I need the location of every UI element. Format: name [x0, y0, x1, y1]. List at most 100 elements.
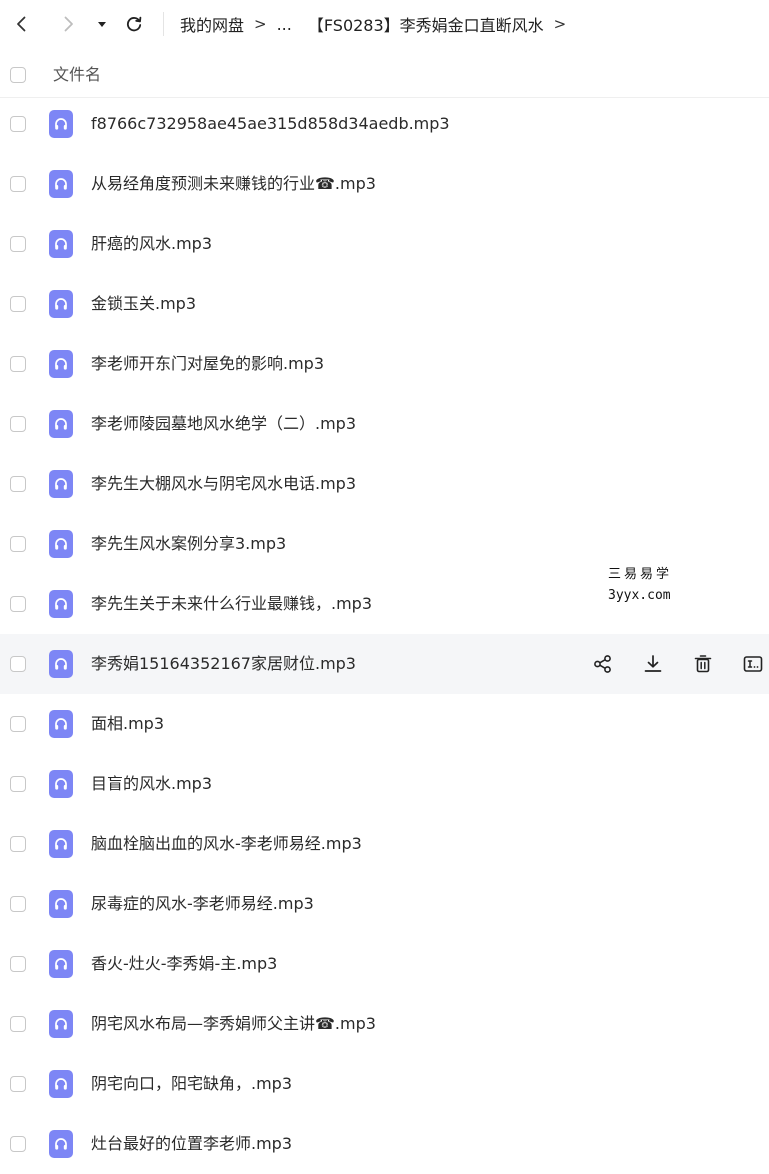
breadcrumb-trailing-separator[interactable]: > [554, 15, 567, 33]
file-list: f8766c732958ae45ae315d858d34aedb.mp3 从易经角… [0, 94, 769, 1174]
audio-file-icon [49, 1070, 73, 1098]
download-icon [644, 655, 662, 672]
select-all-checkbox[interactable] [10, 67, 26, 83]
list-header: 文件名 [0, 52, 769, 98]
file-checkbox[interactable] [10, 116, 26, 132]
file-name[interactable]: 李老师开东门对屋免的影响.mp3 [91, 352, 324, 376]
toolbar-divider [163, 12, 164, 36]
audio-file-icon [49, 770, 73, 798]
forward-button[interactable] [54, 10, 82, 38]
breadcrumb: 我的网盘 > ... 【FS0283】李秀娟金口直断风水 > [180, 12, 576, 36]
file-checkbox[interactable] [10, 776, 26, 792]
audio-file-icon [49, 950, 73, 978]
audio-file-icon [49, 170, 73, 198]
file-checkbox[interactable] [10, 716, 26, 732]
file-row[interactable]: 从易经角度预测未来赚钱的行业☎.mp3 [0, 154, 769, 214]
file-name[interactable]: 阴宅风水布局—李秀娟师父主讲☎.mp3 [91, 1012, 376, 1036]
file-name[interactable]: 灶台最好的位置李老师.mp3 [91, 1132, 292, 1156]
file-checkbox[interactable] [10, 536, 26, 552]
file-name[interactable]: 香火-灶火-李秀娟-主.mp3 [91, 952, 277, 976]
file-row[interactable]: 李老师陵园墓地风水绝学（二）.mp3 [0, 394, 769, 454]
file-row[interactable]: 阴宅向口，阳宅缺角，.mp3 [0, 1054, 769, 1114]
file-checkbox[interactable] [10, 476, 26, 492]
chevron-right-icon [64, 16, 73, 32]
audio-file-icon [49, 350, 73, 378]
toolbar: 我的网盘 > ... 【FS0283】李秀娟金口直断风水 > [0, 0, 769, 50]
file-checkbox[interactable] [10, 356, 26, 372]
audio-file-icon [49, 710, 73, 738]
file-checkbox[interactable] [10, 236, 26, 252]
file-row[interactable]: 李先生风水案例分享3.mp3 [0, 514, 769, 574]
headphones-icon [55, 838, 67, 850]
file-name[interactable]: 金锁玉关.mp3 [91, 292, 196, 316]
file-row[interactable]: f8766c732958ae45ae315d858d34aedb.mp3 [0, 94, 769, 154]
headphones-icon [55, 418, 67, 430]
file-checkbox[interactable] [10, 296, 26, 312]
download-button[interactable] [637, 648, 669, 680]
headphones-icon [55, 958, 67, 970]
file-row[interactable]: 脑血栓脑出血的风水-李老师易经.mp3 [0, 814, 769, 874]
back-button[interactable] [8, 10, 36, 38]
file-name[interactable]: 阴宅向口，阳宅缺角，.mp3 [91, 1072, 292, 1096]
rename-button[interactable] [737, 648, 769, 680]
share-button[interactable] [587, 648, 619, 680]
column-header-name[interactable]: 文件名 [53, 64, 101, 86]
refresh-button[interactable] [120, 10, 148, 38]
file-name[interactable]: 李先生大棚风水与阴宅风水电话.mp3 [91, 472, 356, 496]
headphones-icon [55, 538, 67, 550]
headphones-icon [55, 1018, 67, 1030]
file-row[interactable]: 李秀娟15164352167家居财位.mp3 [0, 634, 769, 694]
file-row[interactable]: 李先生大棚风水与阴宅风水电话.mp3 [0, 454, 769, 514]
breadcrumb-separator: > [254, 15, 267, 33]
file-row[interactable]: 目盲的风水.mp3 [0, 754, 769, 814]
audio-file-icon [49, 1010, 73, 1038]
file-name[interactable]: 肝癌的风水.mp3 [91, 232, 212, 256]
file-checkbox[interactable] [10, 896, 26, 912]
file-name[interactable]: f8766c732958ae45ae315d858d34aedb.mp3 [91, 112, 450, 136]
file-checkbox[interactable] [10, 416, 26, 432]
audio-file-icon [49, 830, 73, 858]
file-name[interactable]: 面相.mp3 [91, 712, 164, 736]
file-row[interactable]: 金锁玉关.mp3 [0, 274, 769, 334]
file-row[interactable]: 李老师开东门对屋免的影响.mp3 [0, 334, 769, 394]
file-name[interactable]: 目盲的风水.mp3 [91, 772, 212, 796]
file-name[interactable]: 李老师陵园墓地风水绝学（二）.mp3 [91, 412, 356, 436]
file-row[interactable]: 肝癌的风水.mp3 [0, 214, 769, 274]
file-name[interactable]: 李先生关于未来什么行业最赚钱，.mp3 [91, 592, 372, 616]
share-icon [594, 655, 611, 673]
breadcrumb-current[interactable]: 【FS0283】李秀娟金口直断风水 [308, 12, 544, 36]
audio-file-icon [49, 890, 73, 918]
file-row[interactable]: 面相.mp3 [0, 694, 769, 754]
file-checkbox[interactable] [10, 956, 26, 972]
file-name[interactable]: 从易经角度预测未来赚钱的行业☎.mp3 [91, 172, 376, 196]
audio-file-icon [49, 650, 73, 678]
file-checkbox[interactable] [10, 1136, 26, 1152]
headphones-icon [55, 718, 67, 730]
file-row[interactable]: 阴宅风水布局—李秀娟师父主讲☎.mp3 [0, 994, 769, 1054]
file-checkbox[interactable] [10, 176, 26, 192]
headphones-icon [55, 478, 67, 490]
file-checkbox[interactable] [10, 656, 26, 672]
headphones-icon [55, 598, 67, 610]
file-checkbox[interactable] [10, 836, 26, 852]
file-checkbox[interactable] [10, 1016, 26, 1032]
file-row[interactable]: 尿毒症的风水-李老师易经.mp3 [0, 874, 769, 934]
file-checkbox[interactable] [10, 1076, 26, 1092]
headphones-icon [55, 298, 67, 310]
file-name[interactable]: 尿毒症的风水-李老师易经.mp3 [91, 892, 314, 916]
history-dropdown-button[interactable] [92, 14, 112, 34]
file-row[interactable]: 香火-灶火-李秀娟-主.mp3 [0, 934, 769, 994]
breadcrumb-root[interactable]: 我的网盘 [180, 12, 244, 36]
file-checkbox[interactable] [10, 596, 26, 612]
headphones-icon [55, 358, 67, 370]
headphones-icon [55, 238, 67, 250]
breadcrumb-ellipsis[interactable]: ... [277, 15, 292, 34]
delete-button[interactable] [687, 648, 719, 680]
file-row[interactable]: 灶台最好的位置李老师.mp3 [0, 1114, 769, 1174]
watermark-text: 三易易学 [608, 567, 673, 582]
headphones-icon [55, 118, 67, 130]
file-name[interactable]: 李先生风水案例分享3.mp3 [91, 532, 286, 556]
audio-file-icon [49, 410, 73, 438]
file-name[interactable]: 脑血栓脑出血的风水-李老师易经.mp3 [91, 832, 362, 856]
file-name[interactable]: 李秀娟15164352167家居财位.mp3 [91, 652, 356, 676]
